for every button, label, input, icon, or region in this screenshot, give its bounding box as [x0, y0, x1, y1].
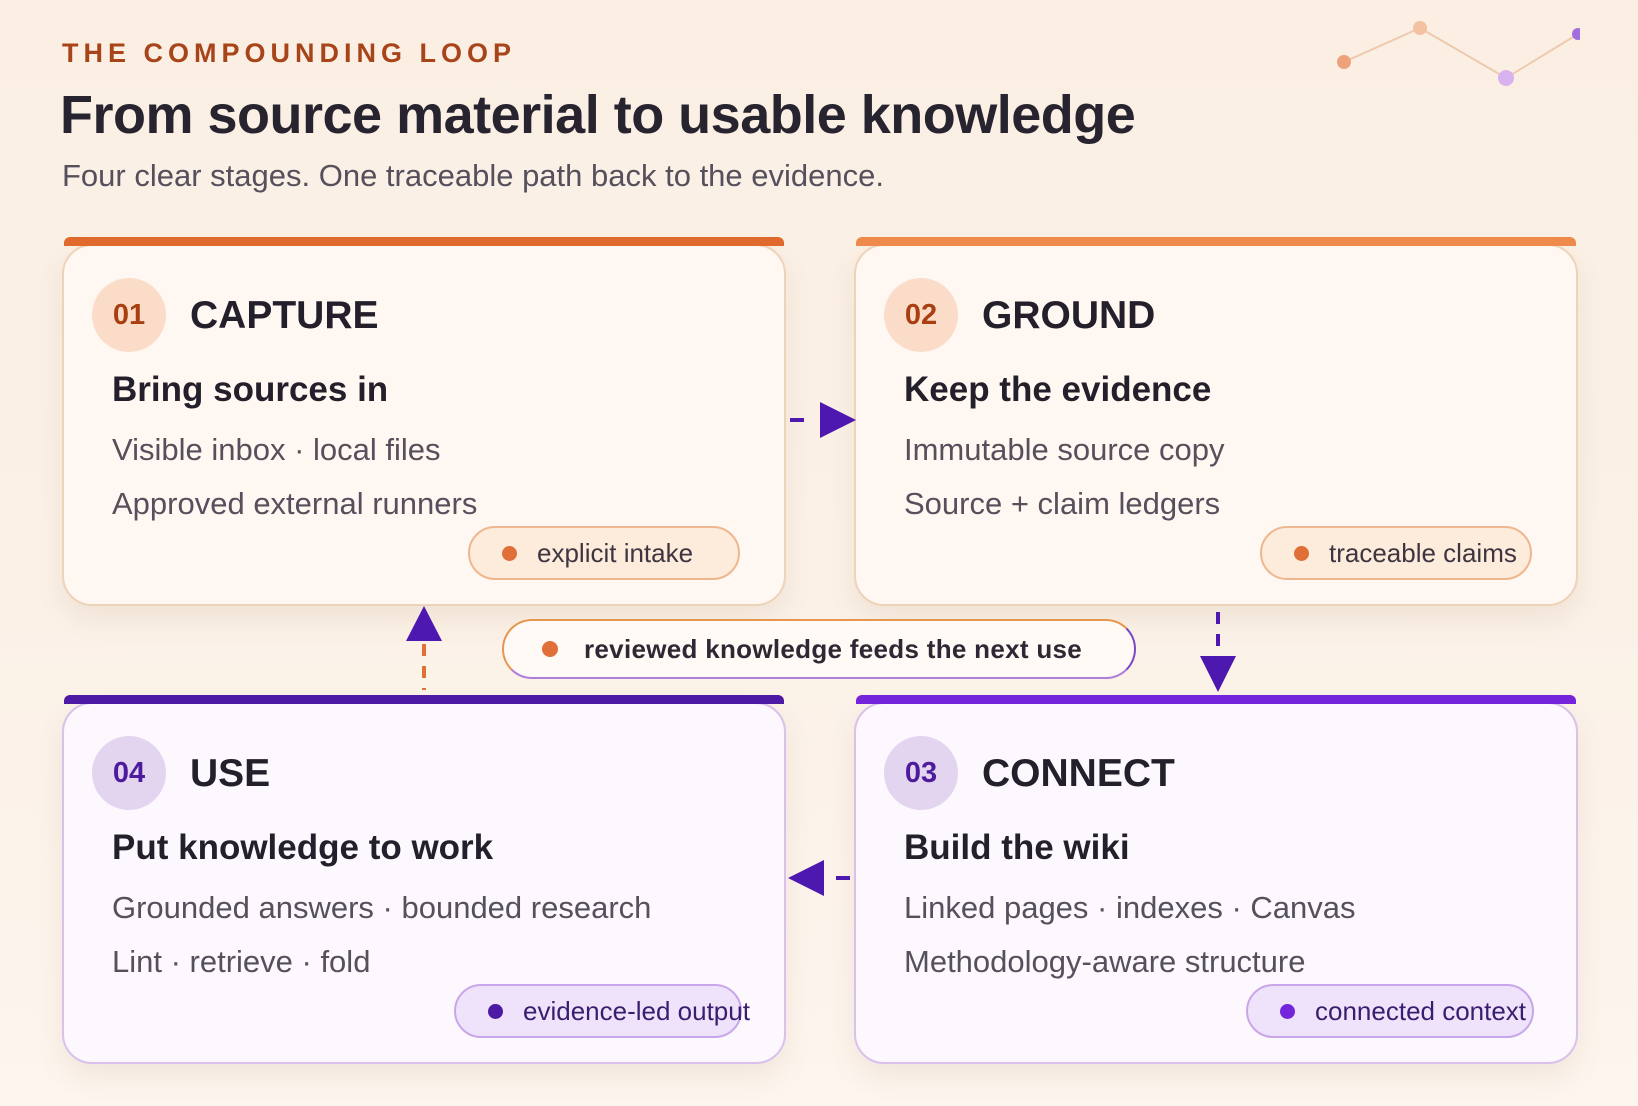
bullet-dot-icon — [542, 641, 558, 657]
arrow-right-icon — [790, 402, 856, 438]
loop-feedback-text: reviewed knowledge feeds the next use — [584, 633, 1083, 664]
flow-connectors — [406, 402, 1236, 896]
loop-feedback-label: reviewed knowledge feeds the next use — [502, 619, 1136, 679]
arrow-down-icon — [1200, 612, 1236, 692]
arrow-up-icon — [406, 606, 442, 690]
arrow-left-icon — [788, 860, 850, 896]
